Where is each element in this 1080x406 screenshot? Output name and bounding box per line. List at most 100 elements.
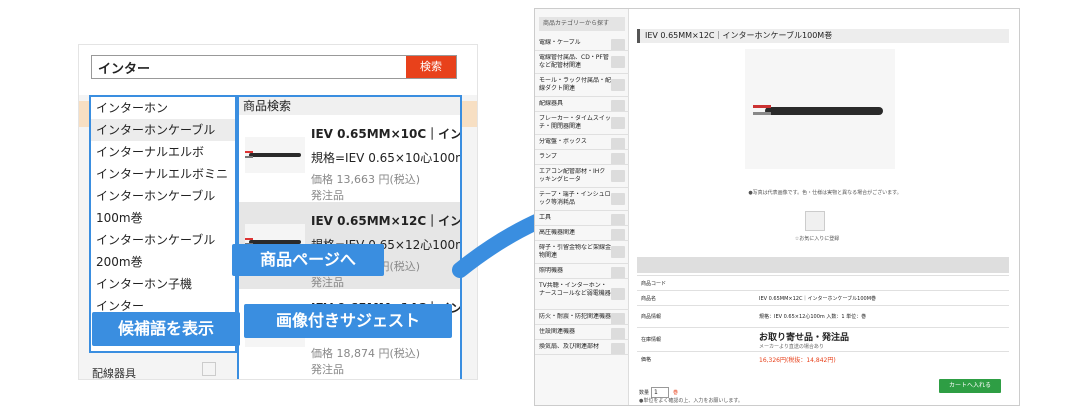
category-item[interactable]: 分電盤・ボックス xyxy=(539,138,611,146)
product-price: 価格 13,663 円(税込) xyxy=(311,173,421,186)
category-divider xyxy=(535,278,629,279)
product-suggest-item[interactable]: IEV 0.65MM×10C｜イン... 規格=IEV 0.65×10心100m… xyxy=(239,115,460,202)
info-header-bar xyxy=(637,257,1009,273)
table-row: 在庫情報 お取り寄せ品・発注品 メーカーより直送の場合あり xyxy=(637,327,1009,352)
category-thumbnail xyxy=(611,246,625,258)
info-value xyxy=(755,275,1009,291)
candidate-words-badge: 候補語を表示 xyxy=(92,312,240,346)
suggestion-item[interactable]: 100m巻 xyxy=(91,207,235,229)
info-value: お取り寄せ品・発注品 メーカーより直送の場合あり xyxy=(755,327,1009,352)
info-key: 価格 xyxy=(637,351,755,368)
category-thumbnail xyxy=(611,193,625,205)
info-key: 商品コード xyxy=(637,275,755,291)
category-divider xyxy=(535,354,629,355)
product-main: IEV 0.65MM×12C｜インターホンケーブル100M巻 ●写真は代表画像で… xyxy=(635,9,1019,405)
product-thumbnail xyxy=(245,137,305,173)
category-divider xyxy=(535,309,629,310)
suggestion-item[interactable]: インターホンケーブル xyxy=(91,119,235,141)
category-heading: 配線器具 xyxy=(92,367,136,380)
category-sidebar-heading: 商品カテゴリーから探す xyxy=(539,17,625,31)
image-note: ●写真は代表画像です。色・仕様は実物と異なる場合がございます。 xyxy=(748,190,902,196)
product-spec: 規格=IEV 0.65×10心100m... xyxy=(311,151,460,165)
table-row: 商品コード xyxy=(637,275,1009,291)
info-key: 商品名 xyxy=(637,290,755,306)
category-thumbnail xyxy=(611,288,625,300)
search-bar: 検索 xyxy=(91,55,457,79)
category-item[interactable]: 住設関連機器 xyxy=(539,328,611,336)
category-item[interactable]: ブレーカー・タイムスイッチ・開閉器関連 xyxy=(539,115,611,131)
product-price: 価格 18,874 円(税込) xyxy=(311,347,421,360)
suggestion-item[interactable]: 200m巻 xyxy=(91,251,235,273)
stock-status: お取り寄せ品・発注品 xyxy=(759,332,850,343)
category-divider xyxy=(535,240,629,241)
info-value: IEV 0.65MM×12C｜インターホンケーブル100M巻 xyxy=(755,290,1009,306)
category-item[interactable]: 碍子・引留金物など架線金物関連 xyxy=(539,244,611,260)
product-title: IEV 0.65MM×12C｜インターホンケーブル100M巻 xyxy=(637,29,1009,43)
category-item[interactable]: エアコン配管部材・IHクッキングヒータ xyxy=(539,168,611,184)
category-divider xyxy=(535,210,629,211)
category-thumbnail xyxy=(611,79,625,91)
category-divider xyxy=(535,324,629,325)
product-thumbnail[interactable] xyxy=(805,211,825,231)
search-button[interactable]: 検索 xyxy=(406,56,456,78)
category-divider xyxy=(535,339,629,340)
category-icon xyxy=(202,362,216,376)
category-item[interactable]: ランプ xyxy=(539,153,611,161)
category-divider xyxy=(535,187,629,188)
category-divider xyxy=(535,134,629,135)
suggestion-item[interactable]: インターホンケーブル xyxy=(91,229,235,251)
product-stock: 発注品 xyxy=(311,363,344,376)
unit-note: ●単位をよく確認の上、入力をお願いします。 xyxy=(639,398,743,404)
table-row: 価格 16,326円(税抜：14,842円) xyxy=(637,351,1009,368)
category-thumbnail xyxy=(611,56,625,68)
category-item[interactable]: 配線器具 xyxy=(539,100,611,108)
category-divider xyxy=(535,111,629,112)
suggestion-item[interactable]: インターホン子機 xyxy=(91,273,235,295)
product-stock: 発注品 xyxy=(311,276,344,289)
suggestion-item[interactable]: インターナルエルボ xyxy=(91,141,235,163)
category-sidebar: 商品カテゴリーから探す 電線・ケーブル電線管付属品、CD・PF管など配管材関連モ… xyxy=(535,9,629,405)
category-divider xyxy=(535,225,629,226)
product-info-table: 商品コード 商品名 IEV 0.65MM×12C｜インターホンケーブル100M巻… xyxy=(637,275,1009,368)
product-page-badge: 商品ページへ xyxy=(232,244,384,276)
category-divider xyxy=(535,263,629,264)
category-divider xyxy=(535,164,629,165)
category-item[interactable]: 電線・ケーブル xyxy=(539,39,611,47)
add-to-cart-button[interactable]: カートへ入れる xyxy=(939,379,1001,393)
category-item[interactable]: 防火・耐震・防犯関連機器 xyxy=(539,313,611,321)
info-key: 在庫情報 xyxy=(637,327,755,352)
category-item[interactable]: 換気扇、及び関連部材 xyxy=(539,343,611,351)
suggestion-item[interactable]: インターホン xyxy=(91,97,235,119)
category-item[interactable]: 照明機器 xyxy=(539,267,611,275)
product-suggest-header: 商品検索 xyxy=(239,97,460,115)
table-row: 商品情報 規格：IEV 0.65×12心100m 入数：1 単位：巻 xyxy=(637,305,1009,328)
product-page-panel: 商品カテゴリーから探す 電線・ケーブル電線管付属品、CD・PF管など配管材関連モ… xyxy=(534,8,1020,406)
product-stock: 発注品 xyxy=(311,189,344,202)
image-suggest-badge: 画像付きサジェスト xyxy=(244,304,452,338)
search-input[interactable] xyxy=(92,56,406,78)
category-item[interactable]: 高圧機器関連 xyxy=(539,229,611,237)
suggestion-item[interactable]: インターホンケーブル xyxy=(91,185,235,207)
category-thumbnail xyxy=(611,170,625,182)
info-value: 16,326円(税抜：14,842円) xyxy=(755,351,1009,368)
category-divider xyxy=(535,50,629,51)
category-item[interactable]: TV共聴・インターホン・ナースコールなど弱電機器 xyxy=(539,282,611,298)
favorite-link[interactable]: ☆お気に入りに登録 xyxy=(785,235,849,242)
product-name: IEV 0.65MM×10C｜イン... xyxy=(311,127,461,141)
category-thumbnail xyxy=(611,117,625,129)
category-item[interactable]: 電線管付属品、CD・PF管など配管材関連 xyxy=(539,54,611,70)
table-row: 商品名 IEV 0.65MM×12C｜インターホンケーブル100M巻 xyxy=(637,290,1009,306)
suggestion-item[interactable]: インターナルエルボミニ xyxy=(91,163,235,185)
category-divider xyxy=(535,73,629,74)
category-divider xyxy=(535,149,629,150)
info-key: 商品情報 xyxy=(637,305,755,328)
quantity-unit: 巻 xyxy=(673,390,679,396)
category-item[interactable]: 工具 xyxy=(539,214,611,222)
info-value: 規格：IEV 0.65×12心100m 入数：1 単位：巻 xyxy=(755,305,1009,328)
stock-note: メーカーより直送の場合あり xyxy=(759,343,824,350)
product-name: IEV 0.65MM×12C｜イン... xyxy=(311,214,461,228)
category-item[interactable]: モール・ラック付属品・配線ダクト関連 xyxy=(539,77,611,93)
quantity-label: 数量 xyxy=(639,390,650,396)
category-divider xyxy=(535,96,629,97)
category-item[interactable]: テープ・端子・インシュロック等消耗品 xyxy=(539,191,611,207)
